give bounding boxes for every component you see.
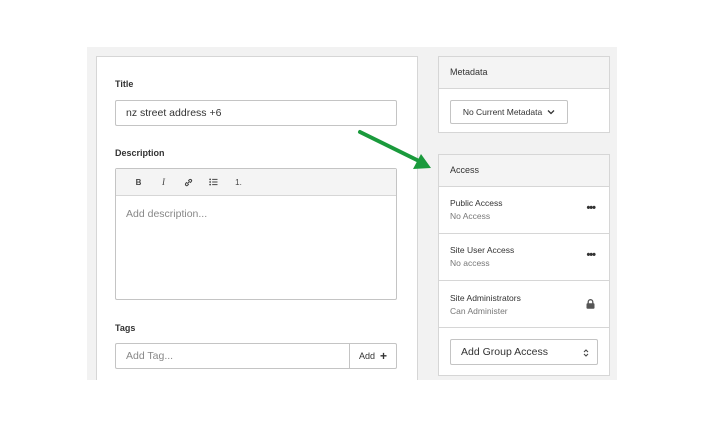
select-arrows-icon xyxy=(583,349,589,357)
plus-icon: + xyxy=(380,349,388,363)
link-button[interactable] xyxy=(176,172,201,192)
access-row-value: Can Administer xyxy=(450,306,508,316)
green-arrow-annotation xyxy=(358,130,431,169)
editor-toolbar: B I 1. xyxy=(116,169,396,196)
access-header: Access xyxy=(439,155,609,187)
bullet-list-button[interactable] xyxy=(201,172,226,192)
content-frame: Title nz street address +6 Description B… xyxy=(87,47,617,380)
add-group-access-select[interactable]: Add Group Access xyxy=(450,339,598,365)
description-editor: B I 1. Add description... xyxy=(115,168,397,300)
edit-form-card: Title nz street address +6 Description B… xyxy=(96,56,418,380)
access-row-value: No Access xyxy=(450,211,491,221)
bold-button[interactable]: B xyxy=(126,172,151,192)
tag-field: Add Tag... Add + xyxy=(115,343,397,369)
access-row-title: Site Administrators xyxy=(450,293,521,303)
metadata-card: Metadata No Current Metadata xyxy=(438,56,610,133)
add-group-access-label: Add Group Access xyxy=(461,346,548,358)
title-input[interactable]: nz street address +6 xyxy=(115,100,397,126)
lock-icon xyxy=(586,299,595,309)
add-tag-label: Add xyxy=(358,351,375,361)
tag-input[interactable]: Add Tag... xyxy=(116,344,349,368)
link-icon xyxy=(184,178,193,186)
access-row-site-admins: Site Administrators Can Administer xyxy=(439,281,609,328)
access-card: Access Public Access No Access ••• Site … xyxy=(438,154,610,376)
tags-label: Tags xyxy=(115,323,136,333)
more-dots-icon[interactable]: ••• xyxy=(586,202,596,214)
access-row-title: Site User Access xyxy=(450,245,515,255)
metadata-button-label: No Current Metadata xyxy=(462,107,543,117)
bullet-list-icon xyxy=(209,178,218,186)
chevron-down-icon xyxy=(547,110,555,115)
metadata-dropdown-button[interactable]: No Current Metadata xyxy=(450,100,568,124)
description-textarea[interactable]: Add description... xyxy=(116,196,396,232)
numbered-list-button[interactable]: 1. xyxy=(226,172,251,192)
more-dots-icon[interactable]: ••• xyxy=(586,249,596,261)
access-row-title: Public Access xyxy=(450,198,503,208)
italic-button[interactable]: I xyxy=(151,172,176,192)
description-label: Description xyxy=(115,148,165,158)
metadata-header: Metadata xyxy=(439,57,609,89)
add-tag-button[interactable]: Add + xyxy=(349,344,396,368)
access-row-site-user: Site User Access No access ••• xyxy=(439,234,609,281)
title-label: Title xyxy=(115,79,134,89)
access-row-value: No access xyxy=(450,258,490,268)
access-row-public: Public Access No Access ••• xyxy=(439,187,609,234)
